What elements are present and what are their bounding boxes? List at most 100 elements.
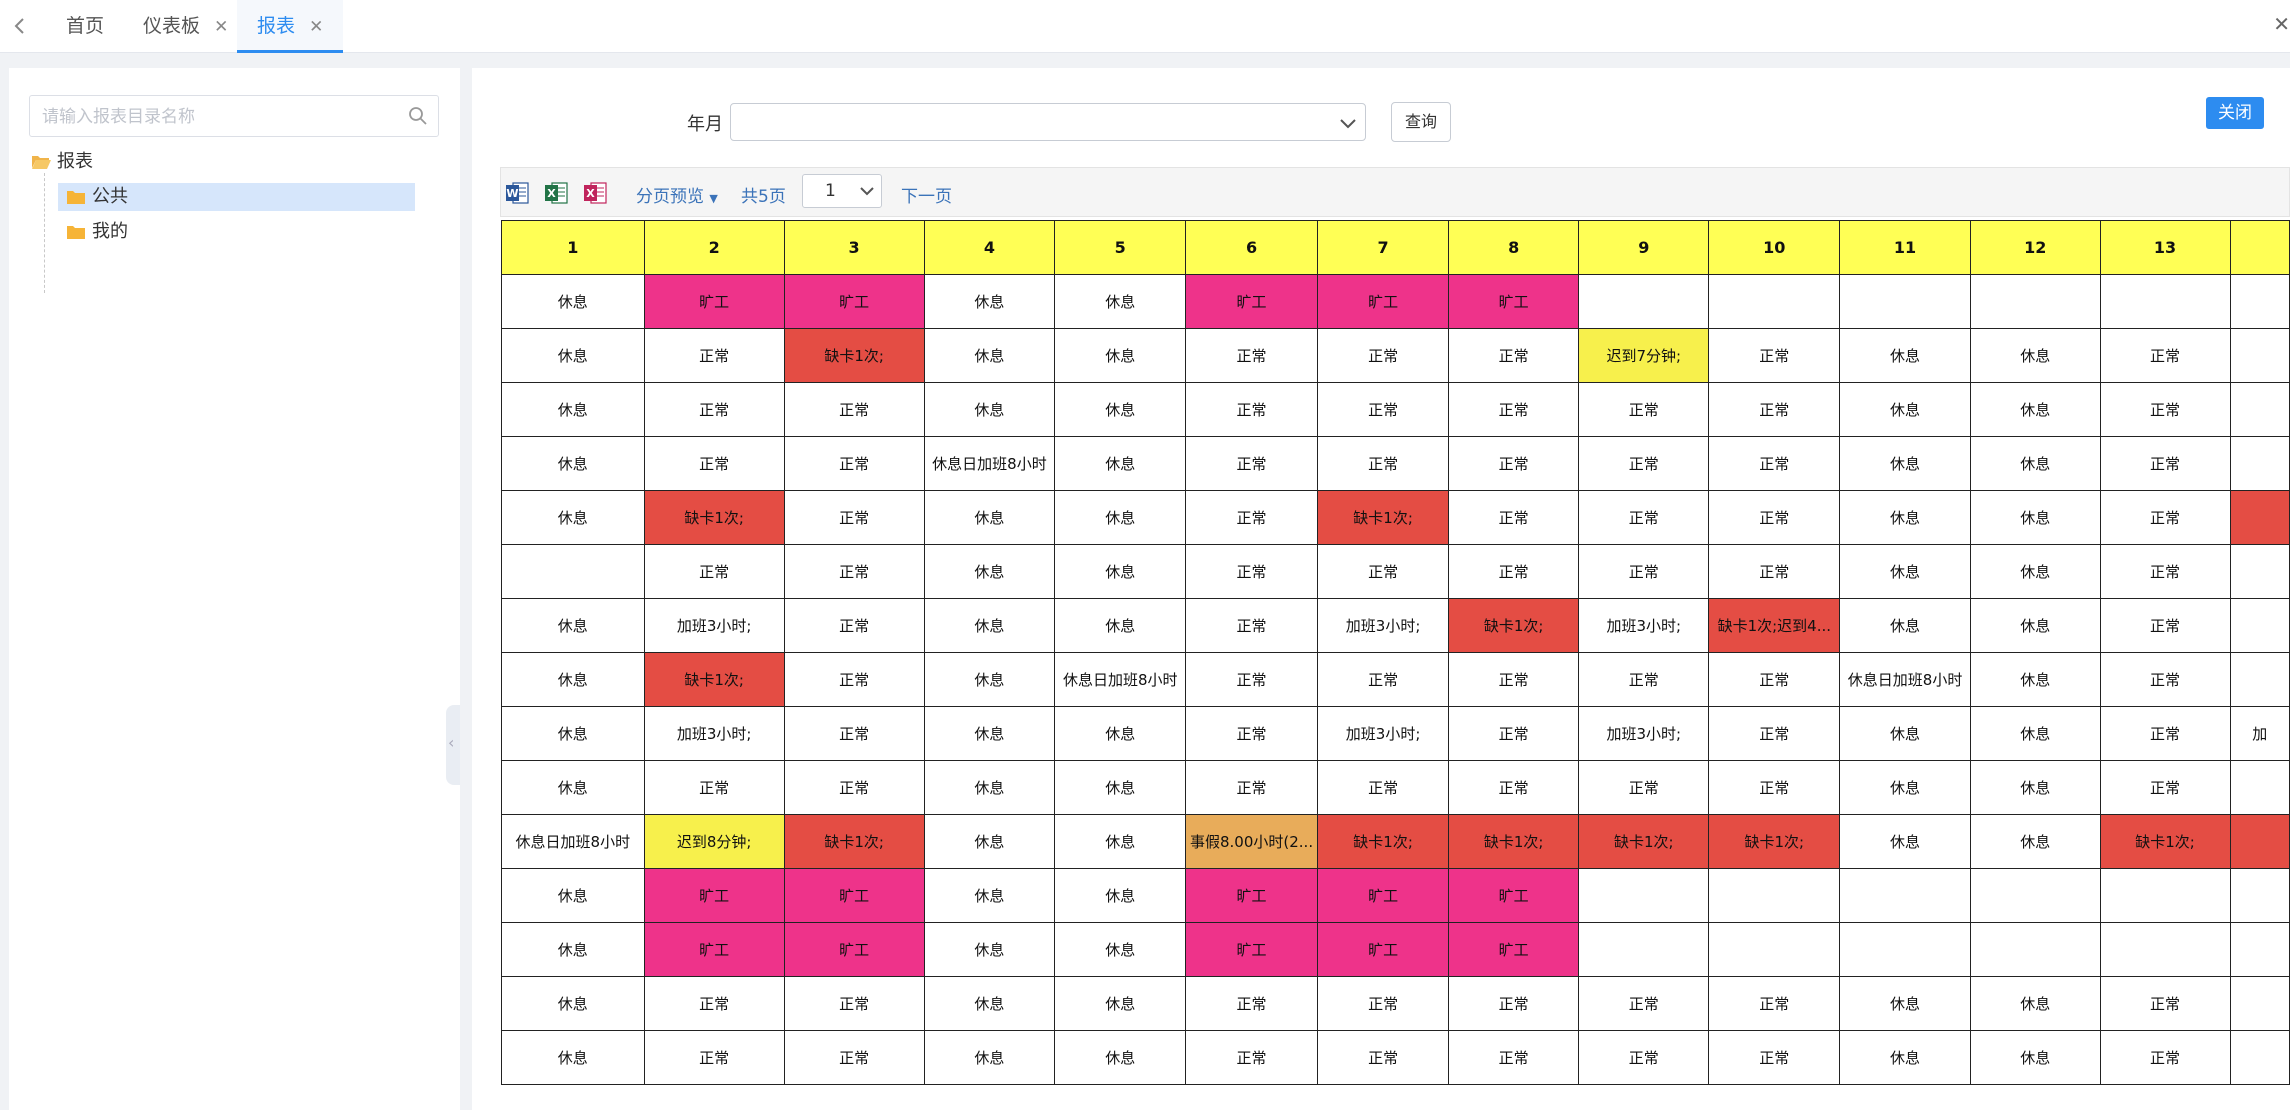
table-cell [1969, 274, 2101, 329]
table-cell: 正常 [1448, 652, 1580, 707]
table-cell: 正常 [1185, 652, 1318, 707]
table-cell [2229, 868, 2290, 923]
table-cell: 休息 [1969, 706, 2101, 761]
table-cell: 休息 [923, 544, 1056, 599]
table-cell: 正常 [1578, 1030, 1710, 1085]
table-cell: 正常 [1578, 544, 1710, 599]
table-cell: 休息 [923, 706, 1056, 761]
tree-node-label: 报表 [57, 151, 93, 172]
table-cell: 休息日加班8小时 [1054, 652, 1187, 707]
tab-home[interactable]: 首页 [66, 0, 104, 53]
search-input[interactable] [40, 104, 404, 130]
table-cell: 休息 [923, 760, 1056, 815]
search-icon[interactable] [408, 106, 428, 126]
table-cell: 正常 [1578, 490, 1710, 545]
table-cell: 正常 [1316, 760, 1450, 815]
table-cell: 休息 [1054, 490, 1187, 545]
tree-node-label: 公共 [92, 186, 128, 207]
table-cell: 加班3小时; [1578, 598, 1710, 653]
export-word-icon[interactable]: W [504, 180, 530, 206]
query-button[interactable]: 查询 [1391, 102, 1451, 142]
folder-open-icon [32, 156, 51, 169]
caret-down-icon: ▼ [709, 192, 718, 205]
chevron-left-icon[interactable] [8, 14, 32, 38]
table-cell: 正常 [2099, 598, 2231, 653]
table-row: 休息 正常 缺卡1次; 休息 休息 正常 正常 正常 迟到7分钟; 正常 休息 休息 正常 [501, 328, 2290, 383]
paging-preview-dropdown[interactable]: 分页预览 ▼ [636, 182, 718, 207]
table-cell: 休息 [1839, 814, 1971, 869]
table-cell: 正常 [1708, 760, 1841, 815]
table-cell: 旷工 [1316, 922, 1450, 977]
table-cell: 加班3小时; [1578, 706, 1710, 761]
year-month-select[interactable] [730, 103, 1366, 141]
table-cell: 旷工 [643, 868, 785, 923]
table-cell: 休息 [923, 274, 1056, 329]
table-cell: 旷工 [643, 274, 785, 329]
table-cell: 正常 [2099, 652, 2231, 707]
table-cell: 正常 [783, 382, 925, 437]
export-excel-icon[interactable]: X [543, 180, 569, 206]
table-cell: 正常 [1316, 976, 1450, 1031]
table-cell: 正常 [2099, 328, 2231, 383]
table-cell: 休息 [923, 382, 1056, 437]
table-cell: 休息 [923, 922, 1056, 977]
column-header: 3 [783, 220, 925, 275]
table-cell: 缺卡1次; [643, 490, 785, 545]
table-cell: 休息 [1054, 544, 1187, 599]
table-cell: 旷工 [1448, 922, 1580, 977]
tree-node-mine[interactable]: 我的 [58, 218, 128, 246]
table-cell: 休息 [923, 490, 1056, 545]
tree-node-public[interactable]: 公共 [58, 183, 415, 211]
close-icon[interactable]: ✕ [2273, 12, 2290, 36]
next-page-link[interactable]: 下一页 [901, 182, 952, 207]
close-icon[interactable]: ✕ [214, 1, 228, 54]
table-row: 休息 旷工 旷工 休息 休息 旷工 旷工 旷工 [501, 274, 2290, 329]
table-cell: 加班3小时; [643, 706, 785, 761]
close-button[interactable]: 关闭 [2206, 97, 2264, 129]
close-icon[interactable]: ✕ [309, 1, 323, 54]
export-excel-paged-icon[interactable]: X [582, 180, 608, 206]
report-directory-panel: 报表 公共 我的 [9, 68, 460, 1110]
table-cell: 正常 [1448, 706, 1580, 761]
table-cell: 正常 [643, 436, 785, 491]
tab-label: 仪表板 [143, 15, 201, 37]
collapse-sidebar-handle[interactable]: ‹ [446, 705, 460, 785]
table-cell: 正常 [783, 760, 925, 815]
table-cell: 正常 [2099, 976, 2231, 1031]
tab-report[interactable]: 报表 ✕ [237, 0, 344, 54]
table-cell: 休息 [1839, 436, 1971, 491]
table-cell: 加班3小时; [1316, 598, 1450, 653]
table-cell: 正常 [1448, 760, 1580, 815]
chevron-down-icon [1340, 119, 1356, 129]
column-header [2229, 220, 2290, 275]
table-cell: 休息日加班8小时 [923, 436, 1056, 491]
table-cell [2229, 436, 2290, 491]
table-cell: 正常 [1448, 976, 1580, 1031]
tab-dashboard[interactable]: 仪表板 ✕ [143, 0, 228, 53]
table-cell: 休息 [923, 1030, 1056, 1085]
chevron-left-icon: ‹ [448, 733, 455, 752]
table-cell: 休息 [1969, 976, 2101, 1031]
table-cell: 正常 [783, 598, 925, 653]
column-header: 7 [1316, 220, 1450, 275]
tree-node-root[interactable]: 报表 [31, 148, 93, 176]
page-number-select[interactable]: 1 [802, 174, 882, 208]
table-cell: 正常 [1708, 490, 1841, 545]
table-cell: 缺卡1次; [1316, 814, 1450, 869]
table-cell: 缺卡1次; [1448, 598, 1580, 653]
column-header: 8 [1448, 220, 1580, 275]
table-cell: 正常 [1578, 760, 1710, 815]
table-cell: 休息 [1839, 760, 1971, 815]
table-cell: 正常 [2099, 544, 2231, 599]
table-cell [1708, 922, 1841, 977]
table-cell: 休息 [1969, 760, 2101, 815]
column-header: 5 [1054, 220, 1187, 275]
table-cell: 正常 [783, 652, 925, 707]
table-cell: 休息 [923, 976, 1056, 1031]
table-cell: 正常 [1708, 328, 1841, 383]
table-cell: 休息 [1839, 328, 1971, 383]
table-cell: 正常 [1185, 1030, 1318, 1085]
table-row: 休息 正常 正常 休息 休息 正常 正常 正常 正常 正常 休息 休息 正常 [501, 976, 2290, 1031]
table-cell: 休息 [1839, 976, 1971, 1031]
table-cell: 休息 [1054, 436, 1187, 491]
